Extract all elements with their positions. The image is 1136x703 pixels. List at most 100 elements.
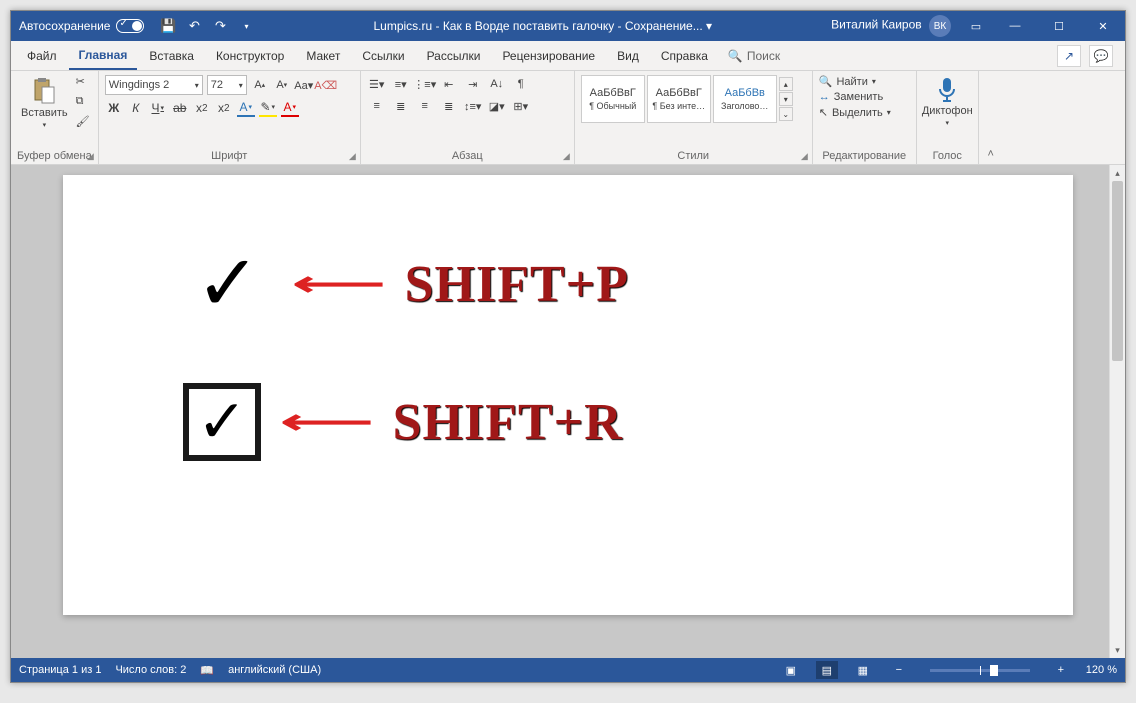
tab-review[interactable]: Рецензирование: [492, 43, 605, 69]
group-voice: Диктофон ▾ Голос: [917, 71, 979, 164]
align-left-icon[interactable]: ≡: [367, 97, 387, 115]
collapse-ribbon-icon[interactable]: ˄: [979, 71, 1003, 164]
group-font: Wingdings 2▾ 72▾ A▴ A▾ Aa▾ A⌫ Ж К Ч ab x…: [99, 71, 361, 164]
font-launcher[interactable]: ◢: [349, 151, 356, 162]
tab-home[interactable]: Главная: [69, 42, 138, 70]
paragraph-launcher[interactable]: ◢: [563, 151, 570, 162]
styles-up-icon[interactable]: ▴: [779, 77, 793, 91]
tab-help[interactable]: Справка: [651, 43, 718, 69]
undo-icon[interactable]: ↶: [186, 18, 202, 34]
align-center-icon[interactable]: ≣: [391, 97, 411, 115]
print-layout-icon[interactable]: ▤: [816, 661, 838, 679]
hotkey-label-1: SHIFT+P: [405, 255, 629, 314]
style-heading1[interactable]: АаБбВв Заголово…: [713, 75, 777, 123]
styles-scroll[interactable]: ▴ ▾ ⌄: [779, 77, 793, 121]
select-button[interactable]: ↖Выделить▾: [819, 106, 910, 119]
user-name[interactable]: Виталий Каиров ВК: [823, 15, 959, 37]
group-styles: АаБбВвГ ¶ Обычный АаБбВвГ ¶ Без инте… Аа…: [575, 71, 813, 164]
indent-decrease-icon[interactable]: ⇤: [439, 75, 459, 93]
font-size-select[interactable]: 72▾: [207, 75, 247, 95]
page[interactable]: ✓ ⟵ SHIFT+P ✓ ⟵ SHIFT+R: [63, 175, 1073, 615]
sort-icon[interactable]: A↓: [487, 75, 507, 93]
zoom-out-icon[interactable]: −: [888, 661, 910, 679]
close-icon[interactable]: ✕: [1081, 11, 1125, 41]
doc-row-2: ✓ ⟵ SHIFT+R: [183, 383, 953, 461]
titlebar: Автосохранение 💾 ↶ ↷ ▾ Lumpics.ru - Как …: [11, 11, 1125, 41]
style-normal[interactable]: АаБбВвГ ¶ Обычный: [581, 75, 645, 123]
scroll-thumb[interactable]: [1112, 181, 1123, 361]
font-color-icon[interactable]: A: [281, 99, 299, 117]
vertical-scrollbar[interactable]: ▴ ▾: [1109, 165, 1125, 658]
tab-design[interactable]: Конструктор: [206, 43, 294, 69]
share-button[interactable]: ↗: [1057, 45, 1081, 67]
zoom-slider[interactable]: [930, 669, 1030, 672]
styles-more-icon[interactable]: ⌄: [779, 107, 793, 121]
find-button[interactable]: 🔍Найти▾: [819, 75, 910, 88]
tab-insert[interactable]: Вставка: [139, 43, 204, 69]
styles-down-icon[interactable]: ▾: [779, 92, 793, 106]
indent-increase-icon[interactable]: ⇥: [463, 75, 483, 93]
paste-button[interactable]: Вставить ▾: [17, 75, 72, 131]
document-area: ✓ ⟵ SHIFT+P ✓ ⟵ SHIFT+R ▴ ▾: [11, 165, 1125, 658]
quick-access-toolbar: 💾 ↶ ↷ ▾: [152, 18, 262, 34]
subscript-button[interactable]: x2: [193, 99, 211, 117]
autosave-toggle[interactable]: [116, 19, 144, 33]
clear-format-icon[interactable]: A⌫: [317, 76, 335, 94]
scroll-up-icon[interactable]: ▴: [1110, 165, 1125, 181]
tab-file[interactable]: Файл: [17, 43, 67, 69]
style-nospacing[interactable]: АаБбВвГ ¶ Без инте…: [647, 75, 711, 123]
underline-button[interactable]: Ч: [149, 99, 167, 117]
bullets-icon[interactable]: ☰▾: [367, 75, 387, 93]
redo-icon[interactable]: ↷: [212, 18, 228, 34]
word-count[interactable]: Число слов: 2: [115, 664, 186, 676]
doc-row-1: ✓ ⟵ SHIFT+P: [183, 245, 953, 323]
styles-launcher[interactable]: ◢: [801, 151, 808, 162]
pilcrow-icon[interactable]: ¶: [511, 75, 531, 93]
borders-icon[interactable]: ⊞▾: [511, 97, 531, 115]
change-case-icon[interactable]: Aa▾: [295, 76, 313, 94]
numbering-icon[interactable]: ≡▾: [391, 75, 411, 93]
bold-button[interactable]: Ж: [105, 99, 123, 117]
tab-layout[interactable]: Макет: [296, 43, 350, 69]
language-indicator[interactable]: английский (США): [228, 664, 321, 676]
ribbon-options-icon[interactable]: ▭: [959, 11, 993, 41]
highlight-icon[interactable]: ✎: [259, 99, 277, 117]
save-icon[interactable]: 💾: [160, 18, 176, 34]
text-effects-icon[interactable]: A: [237, 99, 255, 117]
web-layout-icon[interactable]: ▦: [852, 661, 874, 679]
font-name-select[interactable]: Wingdings 2▾: [105, 75, 203, 95]
minimize-icon[interactable]: —: [993, 11, 1037, 41]
tab-references[interactable]: Ссылки: [352, 43, 414, 69]
focus-view-icon[interactable]: ▣: [780, 661, 802, 679]
copy-icon[interactable]: ⧉: [76, 95, 92, 111]
statusbar: Страница 1 из 1 Число слов: 2 📖 английск…: [11, 658, 1125, 682]
maximize-icon[interactable]: ☐: [1037, 11, 1081, 41]
zoom-level[interactable]: 120 %: [1086, 664, 1117, 676]
group-editing: 🔍Найти▾ ↔Заменить ↖Выделить▾ Редактирова…: [813, 71, 917, 164]
page-indicator[interactable]: Страница 1 из 1: [19, 664, 101, 676]
zoom-in-icon[interactable]: +: [1050, 661, 1072, 679]
shrink-font-icon[interactable]: A▾: [273, 76, 291, 94]
qat-dropdown-icon[interactable]: ▾: [238, 18, 254, 34]
replace-button[interactable]: ↔Заменить: [819, 91, 910, 103]
tab-mailings[interactable]: Рассылки: [417, 43, 491, 69]
line-spacing-icon[interactable]: ↕≡▾: [463, 97, 483, 115]
italic-button[interactable]: К: [127, 99, 145, 117]
search-box[interactable]: 🔍 Поиск: [728, 49, 780, 63]
justify-icon[interactable]: ≣: [439, 97, 459, 115]
cut-icon[interactable]: ✂: [76, 75, 92, 91]
comments-button[interactable]: 💬: [1089, 45, 1113, 67]
tab-view[interactable]: Вид: [607, 43, 649, 69]
shading-icon[interactable]: ◪▾: [487, 97, 507, 115]
superscript-button[interactable]: x2: [215, 99, 233, 117]
grow-font-icon[interactable]: A▴: [251, 76, 269, 94]
spellcheck-icon[interactable]: 📖: [200, 664, 214, 677]
align-right-icon[interactable]: ≡: [415, 97, 435, 115]
hotkey-label-2: SHIFT+R: [393, 393, 623, 452]
strike-button[interactable]: ab: [171, 99, 189, 117]
clipboard-launcher[interactable]: ◢: [87, 151, 94, 162]
scroll-down-icon[interactable]: ▾: [1110, 642, 1125, 658]
format-painter-icon[interactable]: 🖌: [76, 115, 92, 131]
multilevel-icon[interactable]: ⋮≡▾: [415, 75, 435, 93]
dictate-button[interactable]: Диктофон ▾: [923, 75, 972, 129]
